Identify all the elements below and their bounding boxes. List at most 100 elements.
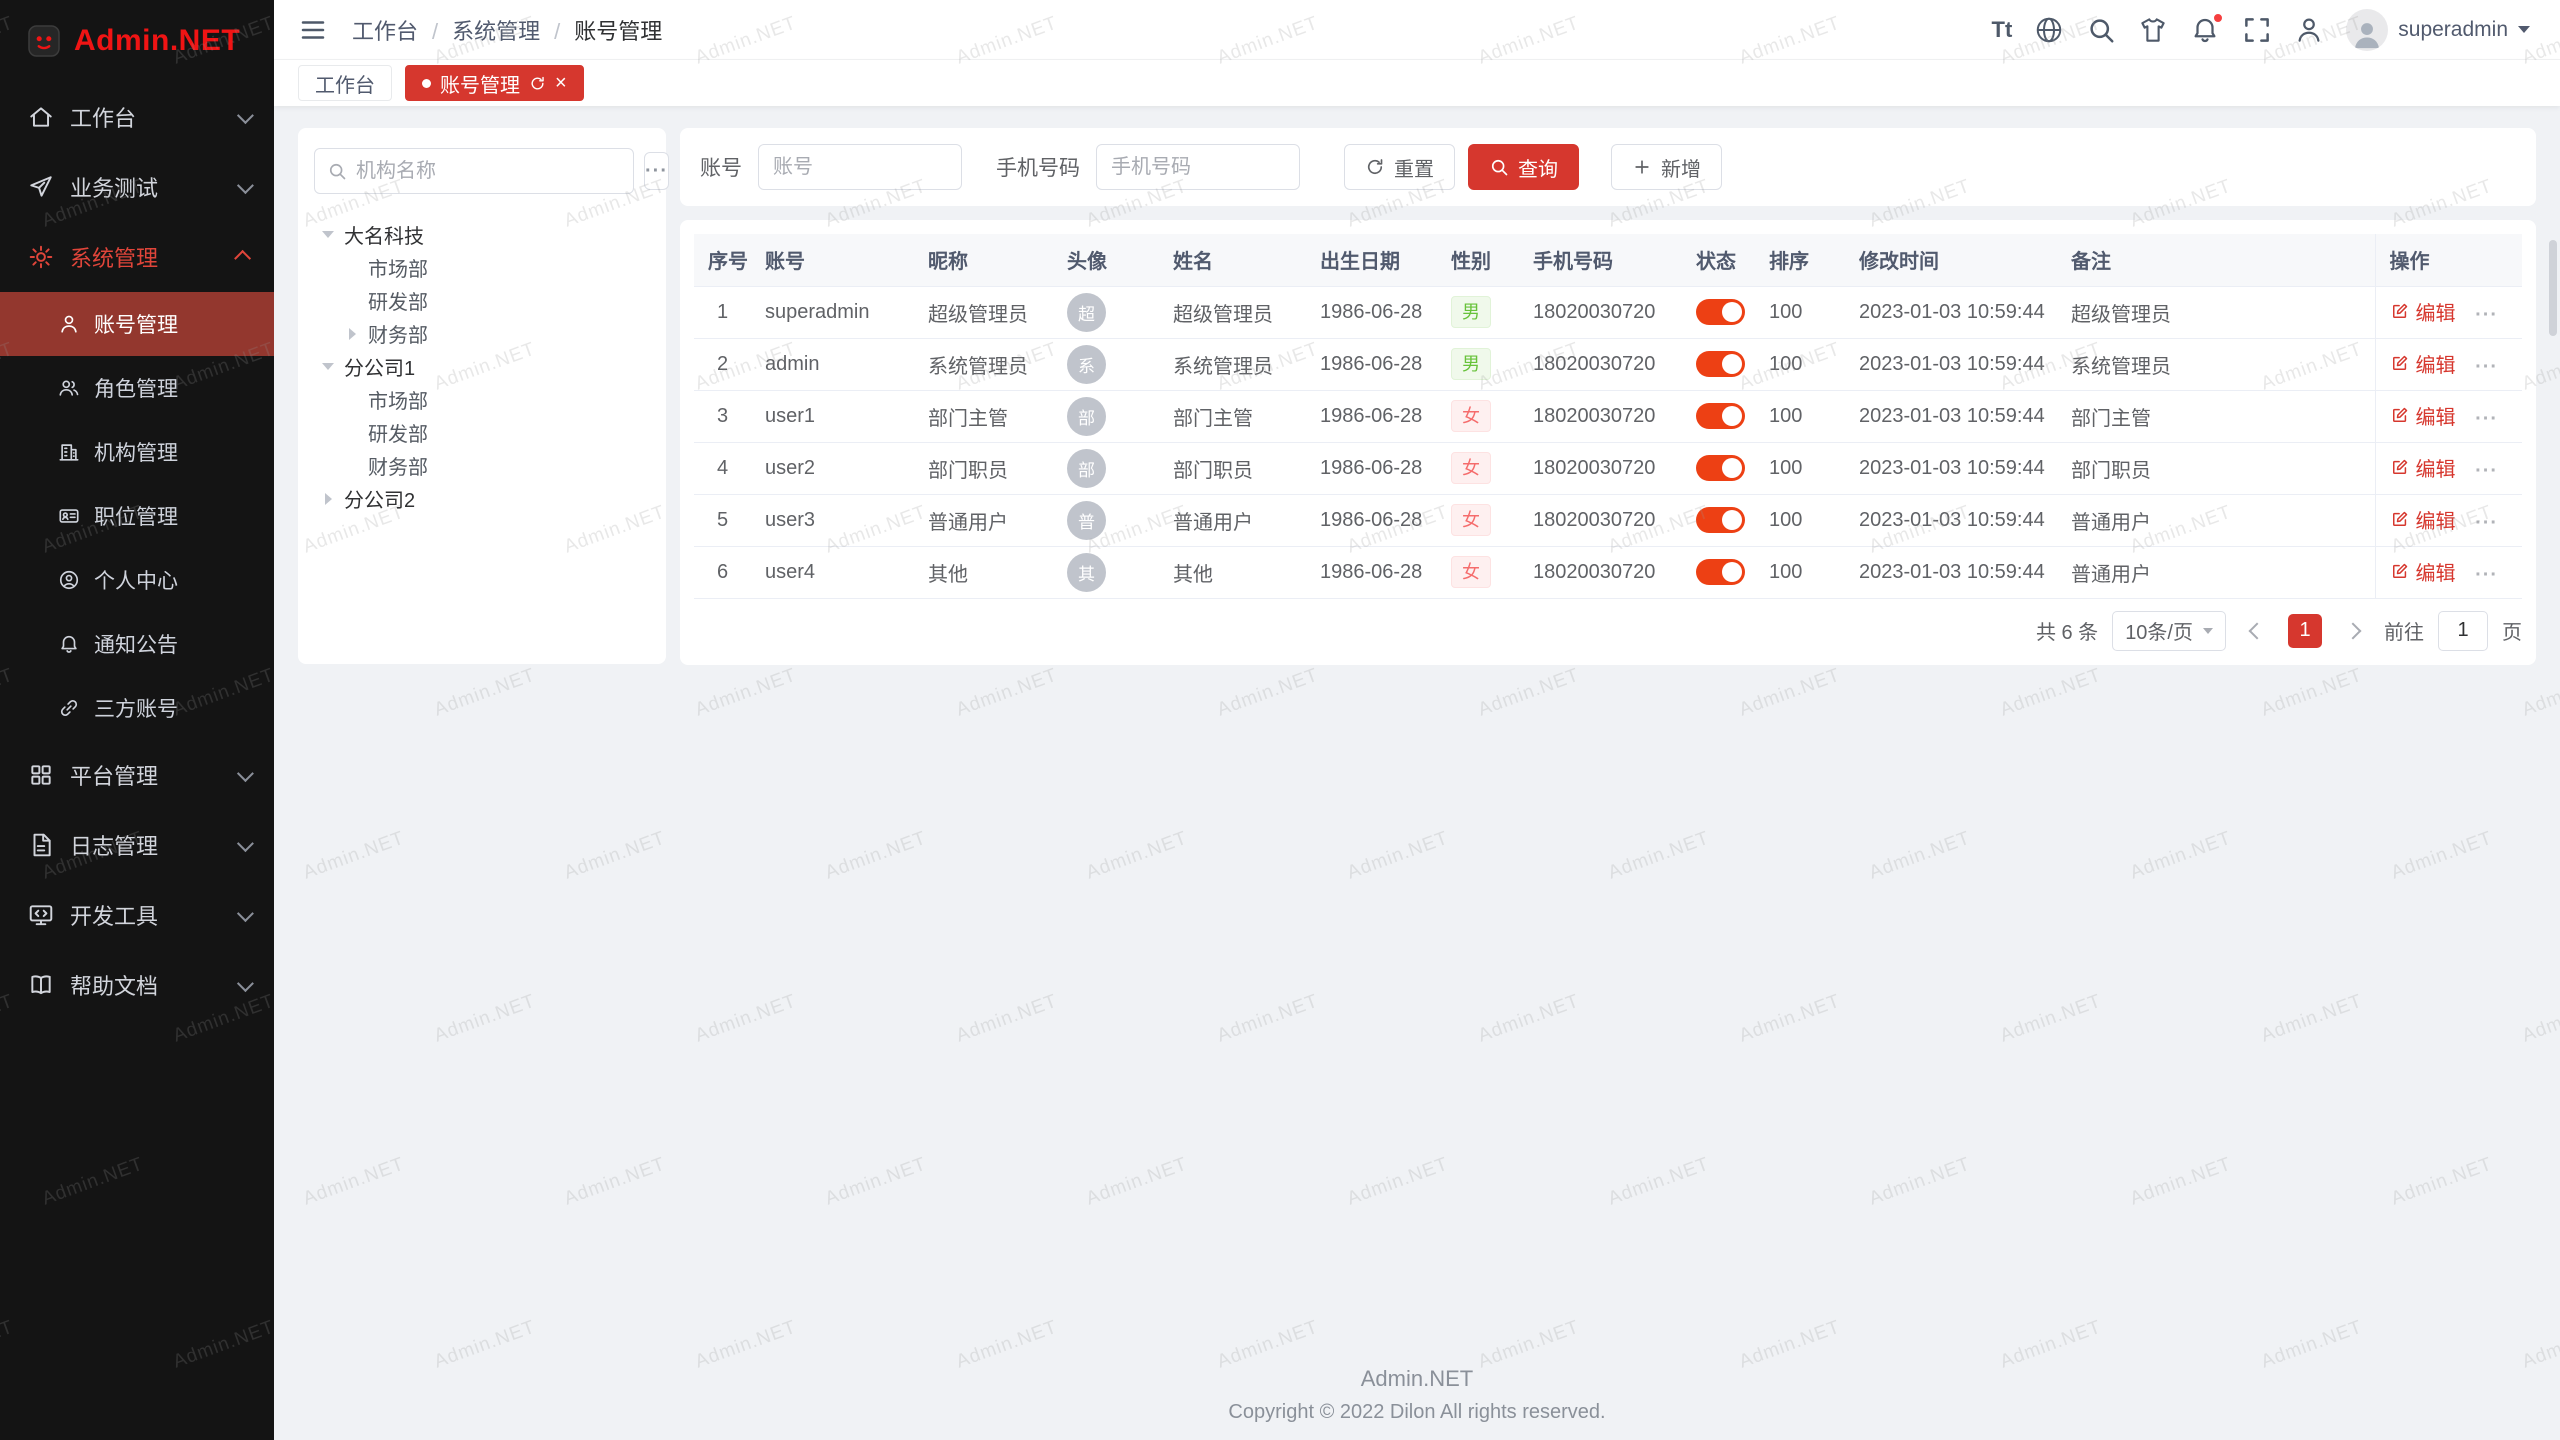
sidebar-item-business-test[interactable]: 业务测试 xyxy=(0,152,274,222)
add-button[interactable]: 新增 xyxy=(1611,144,1722,190)
tab-workbench[interactable]: 工作台 xyxy=(298,65,392,101)
next-page-button[interactable] xyxy=(2336,614,2370,648)
tree-node[interactable]: 大名科技 xyxy=(314,218,650,251)
scrollbar-thumb[interactable] xyxy=(2549,240,2557,336)
sidebar-item-label: 日志管理 xyxy=(70,829,158,861)
more-actions-button[interactable] xyxy=(2475,512,2498,534)
submenu-item-personal-center[interactable]: 个人中心 xyxy=(0,548,274,612)
tree-node[interactable]: 市场部 xyxy=(314,251,650,284)
cell-gender: 男 xyxy=(1437,286,1519,338)
submenu-item-label: 职位管理 xyxy=(94,501,178,531)
fullscreen-icon[interactable] xyxy=(2242,15,2272,45)
breadcrumb-item[interactable]: 系统管理 xyxy=(418,14,540,46)
page-number-button[interactable]: 1 xyxy=(2288,614,2322,648)
reset-button[interactable]: 重置 xyxy=(1344,144,1455,190)
edit-button[interactable]: 编辑 xyxy=(2390,401,2456,430)
edit-button[interactable]: 编辑 xyxy=(2390,453,2456,482)
org-more-button[interactable] xyxy=(644,152,669,190)
main-area: 工作台 系统管理 账号管理 Tt superadmin xyxy=(274,0,2560,1440)
tree-node[interactable]: 研发部 xyxy=(314,416,650,449)
submenu-item-account-management[interactable]: 账号管理 xyxy=(0,292,274,356)
breadcrumb-item[interactable]: 工作台 xyxy=(352,14,418,46)
sidebar-item-platform-management[interactable]: 平台管理 xyxy=(0,740,274,810)
edit-label: 编辑 xyxy=(2416,505,2456,534)
submenu-item-third-party-account[interactable]: 三方账号 xyxy=(0,676,274,740)
more-actions-button[interactable] xyxy=(2475,408,2498,430)
status-toggle[interactable] xyxy=(1696,559,1745,585)
search-icon[interactable] xyxy=(2086,15,2116,45)
logo[interactable]: Admin.NET xyxy=(0,0,274,82)
tree-node-label: 大名科技 xyxy=(344,220,424,249)
prev-page-button[interactable] xyxy=(2240,614,2274,648)
user-icon[interactable] xyxy=(2294,15,2324,45)
edit-button[interactable]: 编辑 xyxy=(2390,505,2456,534)
org-search-field[interactable] xyxy=(314,148,634,194)
table-row: 3 user1 部门主管 部 部门主管 1986-06-28 女 1802003… xyxy=(694,390,2522,442)
refresh-icon[interactable] xyxy=(529,75,546,92)
status-toggle[interactable] xyxy=(1696,299,1745,325)
cell-phone: 18020030720 xyxy=(1519,286,1682,338)
font-size-icon[interactable]: Tt xyxy=(1992,15,2013,45)
sidebar-item-log-management[interactable]: 日志管理 xyxy=(0,810,274,880)
tree-node[interactable]: 市场部 xyxy=(314,383,650,416)
page-footer: Admin.NET Copyright © 2022 Dilon All rig… xyxy=(298,1366,2536,1440)
page-size-select[interactable]: 10条/页 xyxy=(2112,611,2226,651)
cell-modified: 2023-01-03 10:59:44 xyxy=(1845,390,2057,442)
status-toggle[interactable] xyxy=(1696,403,1745,429)
cell-modified: 2023-01-03 10:59:44 xyxy=(1845,494,2057,546)
cell-index: 5 xyxy=(694,494,751,546)
sidebar-item-system-management[interactable]: 系统管理 xyxy=(0,222,274,292)
user-menu[interactable]: superadmin xyxy=(2346,9,2530,51)
language-icon[interactable] xyxy=(2034,15,2064,45)
tab-account-management[interactable]: 账号管理 × xyxy=(405,65,584,101)
close-icon[interactable]: × xyxy=(555,73,567,93)
edit-icon xyxy=(2390,405,2410,425)
tree-node[interactable]: 分公司1 xyxy=(314,350,650,383)
tree-node[interactable]: 财务部 xyxy=(314,317,650,350)
cell-remark: 超级管理员 xyxy=(2057,286,2375,338)
account-input[interactable] xyxy=(758,144,962,190)
edit-button[interactable]: 编辑 xyxy=(2390,349,2456,378)
org-search-input[interactable] xyxy=(356,160,621,183)
table-row: 5 user3 普通用户 普 普通用户 1986-06-28 女 1802003… xyxy=(694,494,2522,546)
phone-label: 手机号码 xyxy=(996,152,1080,182)
tree-node[interactable]: 分公司2 xyxy=(314,482,650,515)
edit-button[interactable]: 编辑 xyxy=(2390,297,2456,326)
submenu-item-notice[interactable]: 通知公告 xyxy=(0,612,274,676)
edit-button[interactable]: 编辑 xyxy=(2390,557,2456,586)
sidebar-item-help-docs[interactable]: 帮助文档 xyxy=(0,950,274,1020)
submenu-item-position-management[interactable]: 职位管理 xyxy=(0,484,274,548)
cell-account: user1 xyxy=(751,390,914,442)
menu-collapse-button[interactable] xyxy=(298,15,328,45)
goto-page-input[interactable] xyxy=(2438,611,2488,651)
username: superadmin xyxy=(2398,18,2508,42)
theme-icon[interactable] xyxy=(2138,15,2168,45)
cell-gender: 女 xyxy=(1437,494,1519,546)
sidebar-item-workbench[interactable]: 工作台 xyxy=(0,82,274,152)
status-toggle[interactable] xyxy=(1696,351,1745,377)
more-actions-button[interactable] xyxy=(2475,356,2498,378)
col-birthday: 出生日期 xyxy=(1306,234,1437,286)
cell-modified: 2023-01-03 10:59:44 xyxy=(1845,546,2057,598)
sidebar-item-dev-tools[interactable]: 开发工具 xyxy=(0,880,274,950)
status-toggle[interactable] xyxy=(1696,455,1745,481)
more-actions-button[interactable] xyxy=(2475,304,2498,326)
avatar: 系 xyxy=(1067,345,1106,384)
edit-label: 编辑 xyxy=(2416,557,2456,586)
cell-actions: 编辑 xyxy=(2375,390,2522,442)
gender-tag: 男 xyxy=(1451,348,1491,380)
more-actions-button[interactable] xyxy=(2475,564,2498,586)
reset-label: 重置 xyxy=(1394,153,1434,182)
submenu-item-org-management[interactable]: 机构管理 xyxy=(0,420,274,484)
status-toggle[interactable] xyxy=(1696,507,1745,533)
refresh-icon xyxy=(1365,157,1385,177)
more-actions-button[interactable] xyxy=(2475,460,2498,482)
tree-node[interactable]: 研发部 xyxy=(314,284,650,317)
tree-node[interactable]: 财务部 xyxy=(314,449,650,482)
tree-node-label: 分公司2 xyxy=(344,484,415,513)
query-button[interactable]: 查询 xyxy=(1468,144,1579,190)
phone-input[interactable] xyxy=(1096,144,1300,190)
cell-nickname: 超级管理员 xyxy=(914,286,1053,338)
notification-bell-icon[interactable] xyxy=(2190,15,2220,45)
submenu-item-role-management[interactable]: 角色管理 xyxy=(0,356,274,420)
